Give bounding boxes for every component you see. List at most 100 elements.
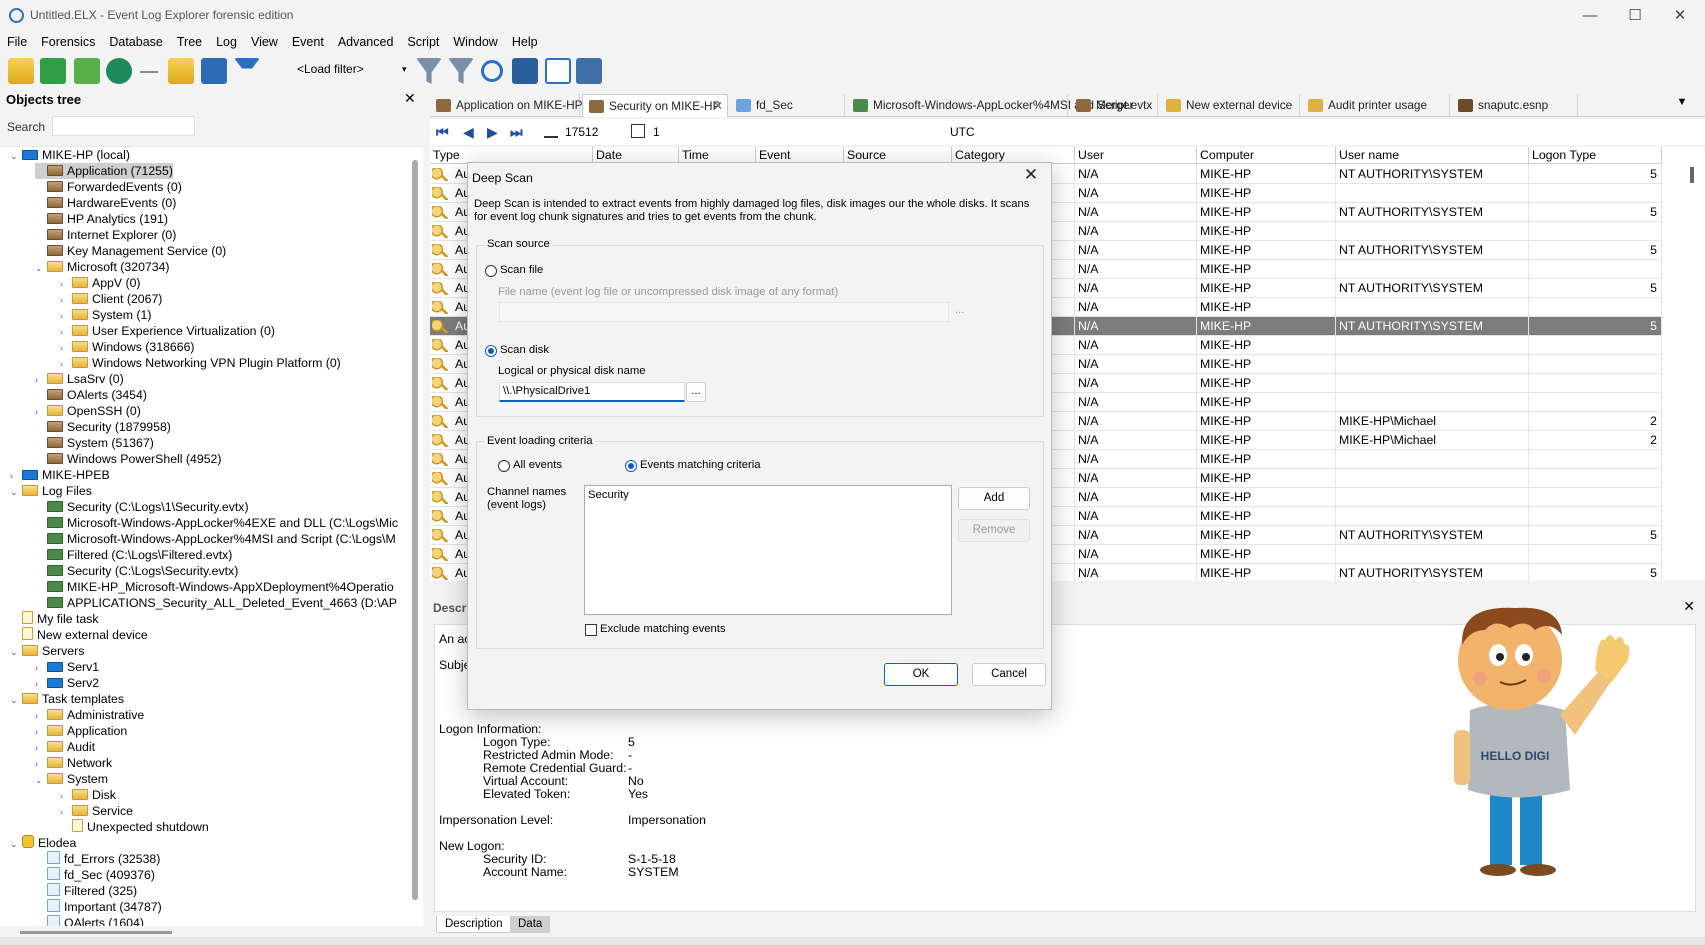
last-page-icon[interactable]: ⏭ bbox=[510, 124, 523, 141]
expand-icon[interactable]: › bbox=[60, 276, 72, 292]
tree-item[interactable]: OAlerts (3454) bbox=[35, 387, 147, 403]
tree-item[interactable]: › Client (2067) bbox=[60, 291, 162, 307]
tree-item[interactable]: › Administrative bbox=[35, 707, 144, 723]
menu-database[interactable]: Database bbox=[102, 32, 170, 52]
browse-file-button[interactable]: ... bbox=[955, 304, 964, 316]
tree-item[interactable]: ⌄ MIKE-HP (local) bbox=[10, 147, 130, 163]
channel-item[interactable]: Security bbox=[588, 489, 629, 501]
collapse-icon[interactable]: ⌄ bbox=[10, 644, 22, 660]
tree-item[interactable]: › Application bbox=[35, 723, 127, 739]
close-icon[interactable]: ✕ bbox=[404, 90, 416, 107]
tree-item[interactable]: New external device bbox=[10, 627, 148, 643]
tab-7[interactable]: Audit printer usage bbox=[1302, 94, 1450, 117]
tree-item[interactable]: Filtered (325) bbox=[35, 883, 137, 899]
filter-gray-icon[interactable] bbox=[416, 58, 442, 84]
tree-item[interactable]: ⌄ Log Files bbox=[10, 483, 92, 499]
menu-script[interactable]: Script bbox=[400, 32, 446, 52]
tree-item[interactable]: ⌄ Elodea bbox=[10, 835, 76, 851]
new-folder-icon[interactable] bbox=[8, 58, 34, 84]
tree-item[interactable]: ⌄ Task templates bbox=[10, 691, 124, 707]
file-name-field[interactable] bbox=[499, 302, 949, 322]
tree-item[interactable]: › Serv1 bbox=[35, 659, 99, 675]
tree-item[interactable]: › MIKE-HPEB bbox=[10, 467, 110, 483]
expand-icon[interactable]: › bbox=[35, 740, 47, 756]
add-database-icon[interactable] bbox=[106, 58, 132, 84]
expand-icon[interactable]: › bbox=[35, 404, 47, 420]
load-filter-dropdown[interactable]: <Load filter> bbox=[297, 62, 364, 76]
tree-item[interactable]: Important (34787) bbox=[35, 899, 162, 915]
scan-file-radio[interactable] bbox=[485, 265, 497, 277]
grid-scrollbar[interactable] bbox=[1690, 167, 1694, 183]
tree-item[interactable]: ForwardedEvents (0) bbox=[35, 179, 182, 195]
tree-item[interactable]: Key Management Service (0) bbox=[35, 243, 226, 259]
tree-item[interactable]: › Windows (318666) bbox=[60, 339, 195, 355]
tab-2[interactable]: Security on MIKE-HP ✕ bbox=[582, 94, 728, 117]
tree-item[interactable]: › OpenSSH (0) bbox=[35, 403, 141, 419]
save-icon[interactable] bbox=[201, 58, 227, 84]
collapse-icon[interactable]: ⌄ bbox=[10, 148, 22, 164]
close-icon[interactable]: ✕ bbox=[1683, 598, 1695, 615]
tree-item[interactable]: OAlerts (1604) bbox=[35, 915, 144, 926]
tree-item[interactable]: › Audit bbox=[35, 739, 95, 755]
tab-5[interactable]: Merger bbox=[1070, 94, 1158, 117]
add-computer-icon[interactable] bbox=[40, 58, 66, 84]
open-folder-icon[interactable] bbox=[168, 58, 194, 84]
tree-item[interactable]: Security (1879958) bbox=[35, 419, 171, 435]
tab-8[interactable]: snaputc.esnp bbox=[1452, 94, 1578, 117]
tree-item[interactable]: HP Analytics (191) bbox=[35, 211, 168, 227]
tree-item[interactable]: Filtered (C:\Logs\Filtered.evtx) bbox=[35, 547, 232, 563]
tab-list-button[interactable]: ▼ bbox=[1669, 96, 1695, 114]
tree-item[interactable]: Microsoft-Windows-AppLocker%4MSI and Scr… bbox=[35, 531, 396, 547]
menu-log[interactable]: Log bbox=[209, 32, 244, 52]
menu-advanced[interactable]: Advanced bbox=[331, 32, 401, 52]
collapse-icon[interactable]: ⌄ bbox=[35, 260, 47, 276]
tree-item[interactable]: › AppV (0) bbox=[60, 275, 141, 291]
tab-6[interactable]: New external device bbox=[1160, 94, 1300, 117]
expand-icon[interactable]: › bbox=[60, 308, 72, 324]
filter-edit-icon[interactable] bbox=[448, 58, 474, 84]
matching-events-radio[interactable] bbox=[625, 460, 637, 472]
tab-1[interactable]: Application on MIKE-HP bbox=[430, 94, 583, 117]
expand-icon[interactable]: › bbox=[35, 660, 47, 676]
maximize-button[interactable]: ☐ bbox=[1615, 4, 1655, 28]
tree-item[interactable]: ⌄ Servers bbox=[10, 643, 84, 659]
menu-file[interactable]: File bbox=[0, 32, 34, 52]
all-events-radio[interactable] bbox=[498, 460, 510, 472]
tree-item[interactable]: Unexpected shutdown bbox=[60, 819, 209, 835]
tree-item[interactable]: APPLICATIONS_Security_ALL_Deleted_Event_… bbox=[35, 595, 397, 611]
ok-button[interactable]: OK bbox=[884, 663, 958, 686]
expand-icon[interactable]: › bbox=[35, 708, 47, 724]
tree-item[interactable]: › Serv2 bbox=[35, 675, 99, 691]
menu-window[interactable]: Window bbox=[446, 32, 504, 52]
column-header[interactable]: Computer bbox=[1197, 147, 1336, 164]
print-icon[interactable] bbox=[576, 58, 602, 84]
tree-item[interactable]: › System (1) bbox=[60, 307, 151, 323]
minimize-button[interactable]: — bbox=[1570, 4, 1610, 28]
exclude-checkbox[interactable] bbox=[585, 624, 597, 636]
filter-icon[interactable] bbox=[234, 58, 260, 84]
search-input[interactable] bbox=[52, 116, 195, 136]
expand-icon[interactable]: › bbox=[60, 340, 72, 356]
tab-data[interactable]: Data bbox=[510, 916, 551, 933]
close-window-button[interactable]: ✕ bbox=[1660, 4, 1700, 28]
browse-disk-button[interactable]: ... bbox=[686, 382, 706, 402]
menu-event[interactable]: Event bbox=[285, 32, 331, 52]
collapse-icon[interactable]: ⌄ bbox=[10, 484, 22, 500]
find-icon[interactable] bbox=[545, 58, 571, 84]
collapse-icon[interactable]: ⌄ bbox=[10, 692, 22, 708]
expand-icon[interactable]: › bbox=[60, 324, 72, 340]
channel-names-list[interactable]: Security bbox=[584, 485, 952, 615]
tree-item[interactable]: fd_Sec (409376) bbox=[35, 867, 155, 883]
close-icon[interactable]: ✕ bbox=[1019, 165, 1043, 185]
disk-name-input[interactable]: \\.\PhysicalDrive1 bbox=[499, 382, 685, 402]
column-header[interactable]: Logon Type bbox=[1529, 147, 1662, 164]
column-header[interactable]: User bbox=[1075, 147, 1197, 164]
tree-item[interactable]: System (51367) bbox=[35, 435, 154, 451]
tree-scrollbar[interactable] bbox=[412, 160, 418, 900]
expand-icon[interactable]: › bbox=[60, 788, 72, 804]
column-header[interactable]: User name bbox=[1336, 147, 1529, 164]
tree-item[interactable]: Security (C:\Logs\Security.evtx) bbox=[35, 563, 238, 579]
menu-help[interactable]: Help bbox=[505, 32, 545, 52]
remove-button[interactable]: Remove bbox=[958, 519, 1030, 542]
tree-item[interactable]: Internet Explorer (0) bbox=[35, 227, 176, 243]
